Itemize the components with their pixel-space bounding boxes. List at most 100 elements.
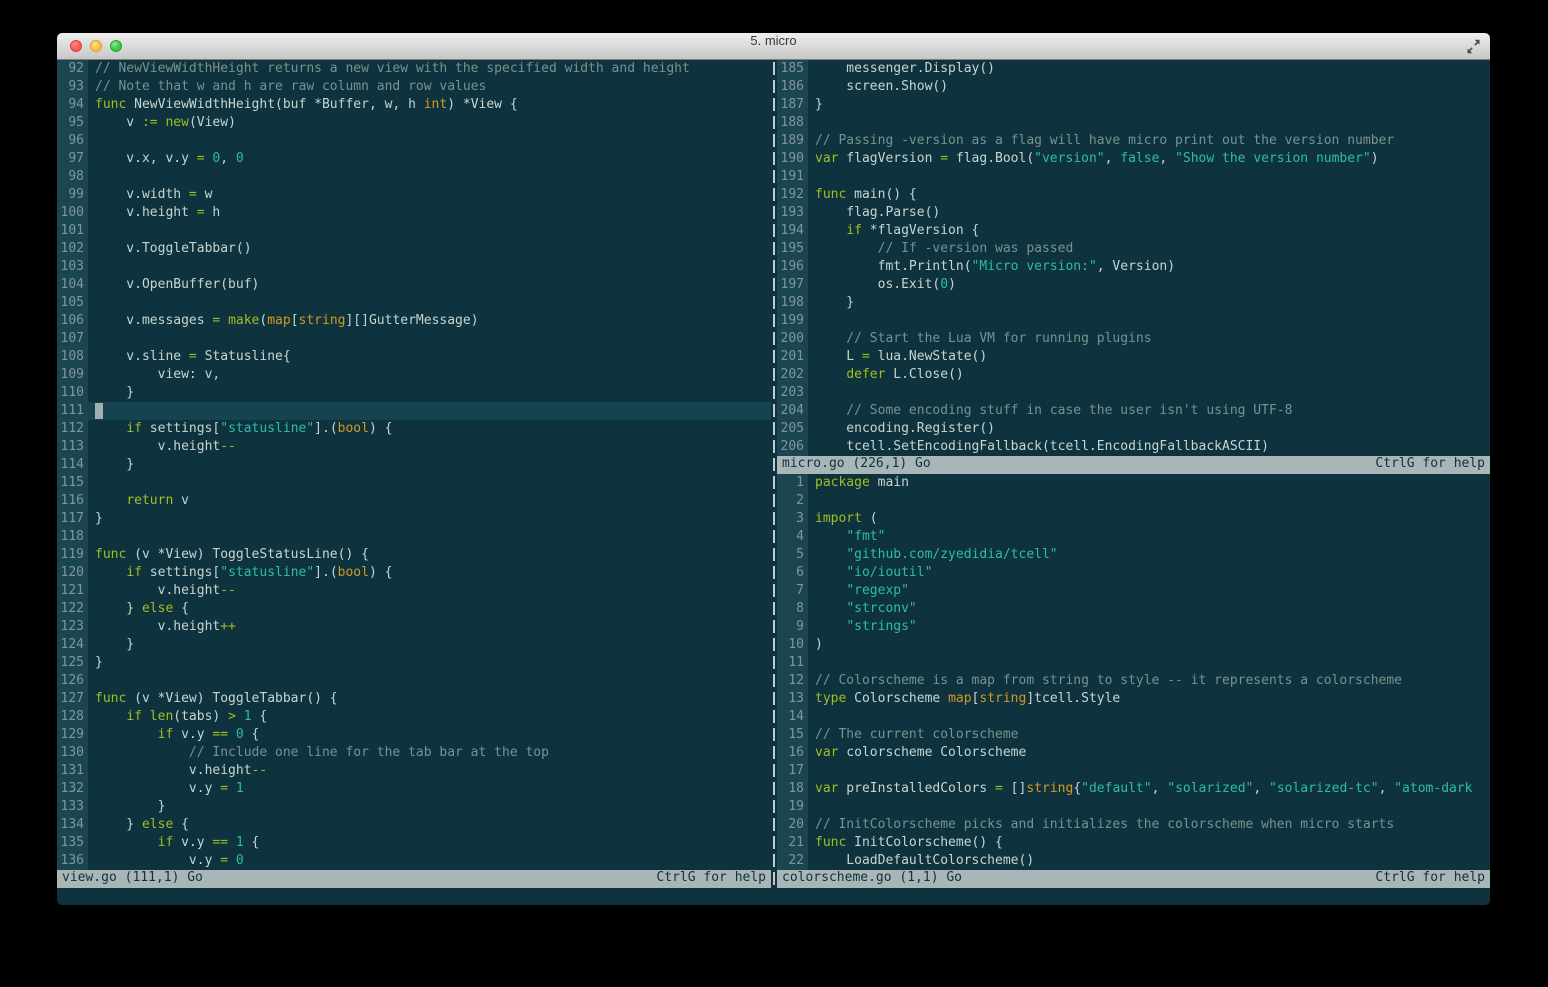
code-line[interactable]: 95 v := new(View): [57, 114, 771, 132]
code-line[interactable]: 205 encoding.Register(): [777, 420, 1490, 438]
code-line[interactable]: 134 } else {: [57, 816, 771, 834]
code-line[interactable]: 15 // The current colorscheme: [777, 726, 1490, 744]
code-line[interactable]: 7 "regexp": [777, 582, 1490, 600]
command-line[interactable]: [57, 888, 1490, 905]
code-line[interactable]: 16 var colorscheme Colorscheme: [777, 744, 1490, 762]
code-line[interactable]: 185 messenger.Display(): [777, 60, 1490, 78]
code-line[interactable]: 198 }: [777, 294, 1490, 312]
window-titlebar[interactable]: 5. micro: [57, 33, 1490, 60]
code-line[interactable]: 14: [777, 708, 1490, 726]
code-line[interactable]: 192 func main() {: [777, 186, 1490, 204]
code-line[interactable]: 117}: [57, 510, 771, 528]
code-line[interactable]: 186 screen.Show(): [777, 78, 1490, 96]
code-line[interactable]: 135 if v.y == 1 {: [57, 834, 771, 852]
code-line[interactable]: 20 // InitColorscheme picks and initializ…: [777, 816, 1490, 834]
code-line[interactable]: 13 type Colorscheme map[string]tcell.Styl…: [777, 690, 1490, 708]
code-line[interactable]: 93 // Note that w and h are raw column an…: [57, 78, 771, 96]
zoom-button[interactable]: [110, 40, 122, 52]
code-line[interactable]: 10): [777, 636, 1490, 654]
code-line[interactable]: 99 v.width = w: [57, 186, 771, 204]
code-line[interactable]: 102 v.ToggleTabbar(): [57, 240, 771, 258]
code-line[interactable]: 4 "fmt": [777, 528, 1490, 546]
code-line[interactable]: 122 } else {: [57, 600, 771, 618]
code-line[interactable]: 124 }: [57, 636, 771, 654]
pane-view-go[interactable]: 92 // NewViewWidthHeight returns a new vi…: [57, 60, 771, 870]
code-line[interactable]: 195 // If -version was passed: [777, 240, 1490, 258]
close-button[interactable]: [70, 40, 82, 52]
code-line[interactable]: 202 defer L.Close(): [777, 366, 1490, 384]
code-line[interactable]: 3 import (: [777, 510, 1490, 528]
code-line[interactable]: 97 v.x, v.y = 0, 0: [57, 150, 771, 168]
code-line[interactable]: 103: [57, 258, 771, 276]
code-line[interactable]: 116 return v: [57, 492, 771, 510]
code-line[interactable]: 1 package main: [777, 474, 1490, 492]
code-line[interactable]: 112 if settings["statusline"].(bool) {: [57, 420, 771, 438]
code-line[interactable]: 120 if settings["statusline"].(bool) {: [57, 564, 771, 582]
code-line[interactable]: 196 fmt.Println("Micro version:", Versio…: [777, 258, 1490, 276]
code-line[interactable]: 187}: [777, 96, 1490, 114]
code-line[interactable]: 197 os.Exit(0): [777, 276, 1490, 294]
code-line[interactable]: 133 }: [57, 798, 771, 816]
code-line[interactable]: 129 if v.y == 0 {: [57, 726, 771, 744]
code-line[interactable]: 121 v.height--: [57, 582, 771, 600]
code-line[interactable]: 110 }: [57, 384, 771, 402]
code-line[interactable]: 132 v.y = 1: [57, 780, 771, 798]
code-line[interactable]: 126: [57, 672, 771, 690]
code-line[interactable]: 115: [57, 474, 771, 492]
code-line[interactable]: 190 var flagVersion = flag.Bool("version"…: [777, 150, 1490, 168]
code-line[interactable]: 128 if len(tabs) > 1 {: [57, 708, 771, 726]
pane-micro-go[interactable]: 185 messenger.Display() 186 screen.Show()…: [777, 60, 1490, 456]
code-line[interactable]: 105: [57, 294, 771, 312]
line-number: 115: [57, 474, 88, 492]
code-line[interactable]: 21 func InitColorscheme() {: [777, 834, 1490, 852]
code-line[interactable]: 125}: [57, 654, 771, 672]
code-line[interactable]: 18 var preInstalledColors = []string{"def…: [777, 780, 1490, 798]
fullscreen-icon[interactable]: [1466, 39, 1481, 54]
code-line[interactable]: 131 v.height--: [57, 762, 771, 780]
code-line[interactable]: 119 func (v *View) ToggleStatusLine() {: [57, 546, 771, 564]
code-line[interactable]: 11: [777, 654, 1490, 672]
code-line[interactable]: 113 v.height--: [57, 438, 771, 456]
code-line[interactable]: 17: [777, 762, 1490, 780]
code-line[interactable]: 6 "io/ioutil": [777, 564, 1490, 582]
pane-colorscheme-go[interactable]: 1 package main 2 3 import (4 "fmt" 5 "github.…: [777, 474, 1490, 870]
code-line[interactable]: 127 func (v *View) ToggleTabbar() {: [57, 690, 771, 708]
code-line[interactable]: 114 }: [57, 456, 771, 474]
code-line[interactable]: 100 v.height = h: [57, 204, 771, 222]
code-line[interactable]: 98: [57, 168, 771, 186]
code-line[interactable]: 188: [777, 114, 1490, 132]
code-line[interactable]: 107: [57, 330, 771, 348]
code-line[interactable]: 101: [57, 222, 771, 240]
code-line[interactable]: 130 // Include one line for the tab bar …: [57, 744, 771, 762]
code-line[interactable]: 8 "strconv": [777, 600, 1490, 618]
code-line[interactable]: 2: [777, 492, 1490, 510]
code-line[interactable]: 194 if *flagVersion {: [777, 222, 1490, 240]
code-line[interactable]: 136 v.y = 0: [57, 852, 771, 870]
text-cursor: [95, 403, 103, 419]
code-line[interactable]: 123 v.height++: [57, 618, 771, 636]
code-line[interactable]: 191: [777, 168, 1490, 186]
code-line[interactable]: 201 L = lua.NewState(): [777, 348, 1490, 366]
code-line[interactable]: 22 LoadDefaultColorscheme(): [777, 852, 1490, 870]
code-line[interactable]: 109 view: v,: [57, 366, 771, 384]
code-line[interactable]: 193 flag.Parse(): [777, 204, 1490, 222]
code-line[interactable]: 104 v.OpenBuffer(buf): [57, 276, 771, 294]
code-line[interactable]: 189 // Passing -version as a flag will ha…: [777, 132, 1490, 150]
minimize-button[interactable]: [90, 40, 102, 52]
code-line[interactable]: 206 tcell.SetEncodingFallback(tcell.Enco…: [777, 438, 1490, 456]
code-line[interactable]: 203: [777, 384, 1490, 402]
code-line[interactable]: 9 "strings": [777, 618, 1490, 636]
code-line[interactable]: 19: [777, 798, 1490, 816]
code-line[interactable]: 106 v.messages = make(map[string][]Gutte…: [57, 312, 771, 330]
code-line[interactable]: 199: [777, 312, 1490, 330]
code-line[interactable]: 200 // Start the Lua VM for running plug…: [777, 330, 1490, 348]
code-line[interactable]: 92 // NewViewWidthHeight returns a new vi…: [57, 60, 771, 78]
code-line[interactable]: 5 "github.com/zyedidia/tcell": [777, 546, 1490, 564]
code-line[interactable]: 204 // Some encoding stuff in case the u…: [777, 402, 1490, 420]
code-line[interactable]: 12 // Colorscheme is a map from string to…: [777, 672, 1490, 690]
code-line[interactable]: 111: [57, 402, 771, 420]
code-line[interactable]: 118: [57, 528, 771, 546]
code-line[interactable]: 94 func NewViewWidthHeight(buf *Buffer, w…: [57, 96, 771, 114]
code-line[interactable]: 108 v.sline = Statusline{: [57, 348, 771, 366]
code-line[interactable]: 96: [57, 132, 771, 150]
